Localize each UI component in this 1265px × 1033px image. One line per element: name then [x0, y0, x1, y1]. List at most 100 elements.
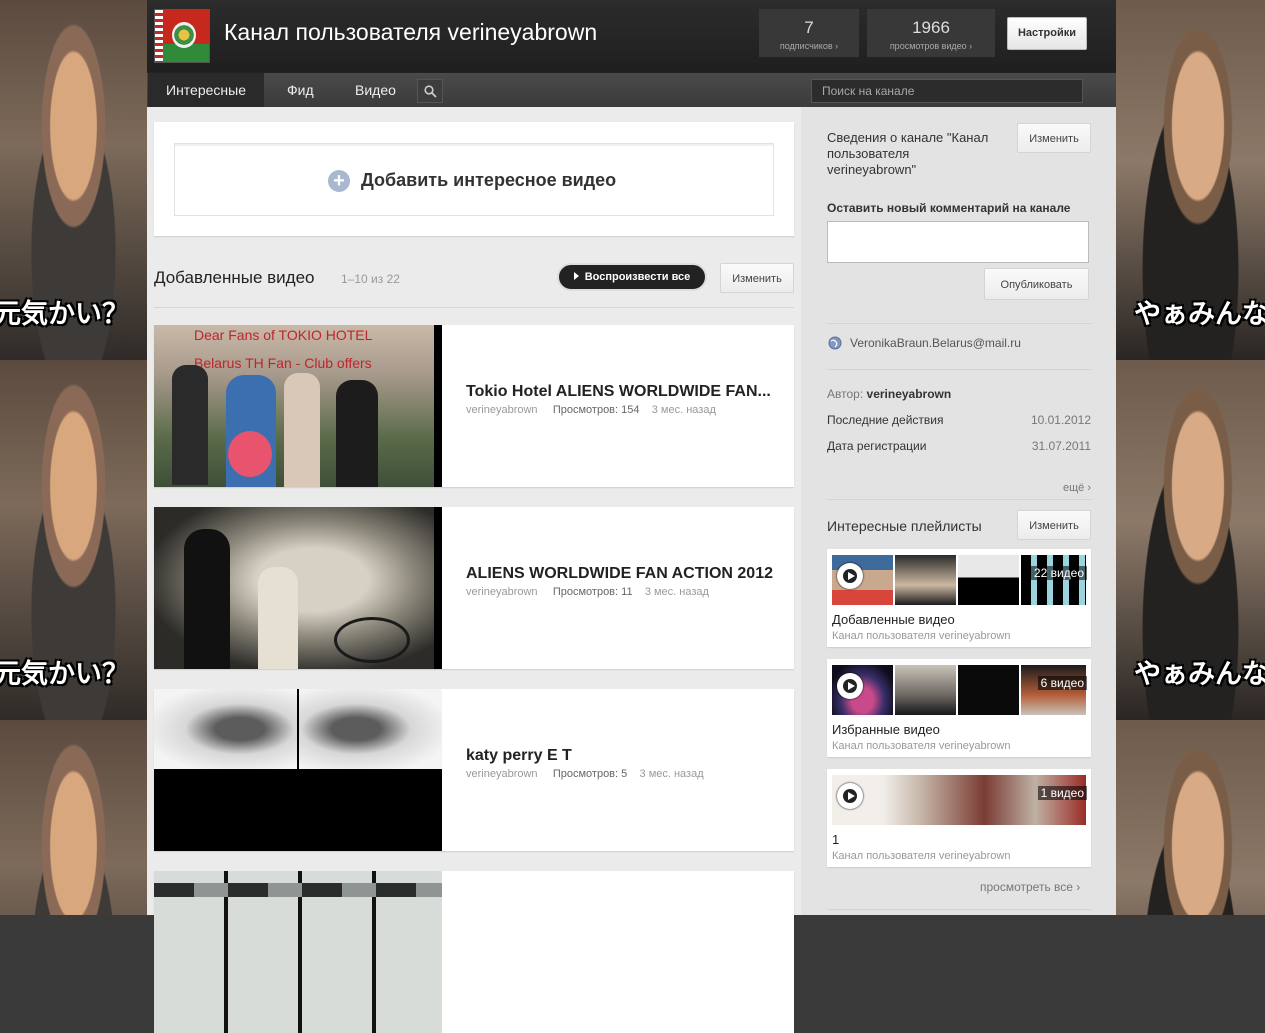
video-author[interactable]: verineyabrown	[466, 586, 538, 598]
see-all-link[interactable]: просмотреть все ›	[980, 880, 1080, 894]
video-thumbnail[interactable]: Dear Fans of TOKIO HOTEL Belarus TH Fan …	[154, 325, 442, 487]
channel-info-title-line: пользователя	[827, 146, 910, 161]
author-row: Автор: verineyabrown	[827, 387, 1091, 401]
playlist-card[interactable]: 1 видео 1 Канал пользователя verineyabro…	[827, 769, 1091, 867]
wallpaper-caption: やぁみんな	[1134, 659, 1265, 690]
playlist-count: 1 видео	[1037, 786, 1087, 800]
video-item[interactable]	[154, 871, 794, 1033]
channel-info-title-line: Сведения о канале "Канал	[827, 130, 989, 145]
author-name[interactable]: verineyabrown	[867, 387, 952, 401]
publish-button[interactable]: Опубликовать	[984, 268, 1089, 300]
video-author[interactable]: verineyabrown	[466, 404, 538, 416]
play-icon	[837, 563, 863, 589]
globe-icon	[828, 336, 842, 350]
search-button[interactable]	[417, 79, 443, 103]
divider	[827, 499, 1091, 500]
play-all-button[interactable]: Воспроизвести все	[557, 263, 707, 291]
playlist-name[interactable]: Избранные видео	[832, 722, 940, 737]
divider	[827, 323, 1091, 324]
channel-info-title: Сведения о канале "Канал пользователя ve…	[827, 130, 1017, 178]
add-video-button[interactable]: + Добавить интересное видео	[174, 143, 774, 216]
video-thumbnail[interactable]	[154, 871, 442, 1033]
video-title[interactable]: ALIENS WORLDWIDE FAN ACTION 2012	[466, 565, 773, 583]
thumb-caption: Belarus TH Fan - Club offers	[194, 355, 372, 371]
edit-button[interactable]: Изменить	[720, 263, 794, 293]
divider	[827, 369, 1091, 370]
playlist-name[interactable]: 1	[832, 832, 839, 847]
playlist-name[interactable]: Добавленные видео	[832, 612, 955, 627]
thumb-caption: Dear Fans of TOKIO HOTEL	[194, 327, 373, 343]
views-label: просмотров видео ›	[889, 41, 973, 51]
section-title: Добавленные видео	[154, 268, 315, 287]
divider	[154, 307, 794, 308]
registered-date: 31.07.2011	[1031, 439, 1091, 453]
playlist-card[interactable]: 22 видео Добавленные видео Канал пользов…	[827, 549, 1091, 647]
channel-page: Канал пользователя verineyabrown 7 подпи…	[147, 0, 1116, 1033]
settings-button[interactable]: Настройки	[1007, 17, 1087, 50]
tab-feed[interactable]: Фид	[269, 73, 332, 107]
channel-title: Канал пользователя verineyabrown	[224, 19, 598, 45]
add-video-label: Добавить интересное видео	[361, 170, 617, 190]
wallpaper-caption: 元気かい？	[0, 299, 129, 330]
playlist-card[interactable]: 6 видео Избранные видео Канал пользовате…	[827, 659, 1091, 757]
playlist-owner: Канал пользователя verineyabrown	[832, 850, 1011, 862]
wallpaper-image	[1116, 720, 1265, 915]
background-wallpaper-right: やぁみんな やぁみんな	[1116, 0, 1265, 915]
edit-info-button[interactable]: Изменить	[1017, 123, 1091, 153]
views-stat[interactable]: 1966 просмотров видео ›	[867, 9, 995, 57]
tab-videos[interactable]: Видео	[337, 73, 414, 107]
video-author[interactable]: verineyabrown	[466, 768, 538, 780]
wallpaper-image: やぁみんな	[1116, 360, 1265, 720]
video-item[interactable]: ALIENS WORLDWIDE FAN ACTION 2012 veriney…	[154, 507, 794, 669]
video-title[interactable]: Tokio Hotel ALIENS WORLDWIDE FAN...	[466, 383, 771, 401]
subscribers-count: 7	[804, 18, 814, 37]
subscribers-stat[interactable]: 7 подписчиков ›	[759, 9, 859, 57]
last-activity-row: Последние действия 10.01.2012	[827, 413, 1091, 427]
playlist-count: 22 видео	[1030, 566, 1087, 580]
channel-email[interactable]: VeronikaBraun.Belarus@mail.ru	[850, 336, 1021, 350]
registered-row: Дата регистрации 31.07.2011	[827, 439, 1091, 453]
video-views-label: Просмотров:	[552, 404, 619, 416]
last-activity-date: 10.01.2012	[1030, 413, 1091, 427]
video-thumbnail[interactable]	[154, 689, 442, 851]
video-views-label: Просмотров:	[552, 768, 619, 780]
subscribers-label: подписчиков ›	[779, 41, 839, 51]
comment-label: Оставить новый комментарий на канале	[827, 201, 1071, 215]
last-activity-label: Последние действия	[827, 413, 944, 427]
play-icon	[837, 673, 863, 699]
video-views: 154	[621, 404, 640, 416]
background-wallpaper-left: 元気かい？ 元気かい？	[0, 0, 147, 915]
play-icon	[573, 272, 579, 280]
channel-nav: Интересные Фид Видео	[147, 72, 1116, 107]
section-count: 1–10 из 22	[341, 272, 400, 286]
edit-playlists-button[interactable]: Изменить	[1017, 510, 1091, 540]
video-title[interactable]: katy perry E T	[466, 747, 572, 765]
views-count: 1966	[912, 18, 950, 37]
video-meta: verineyabrown Просмотров: 11 3 мес. наза…	[466, 586, 709, 598]
playlist-thumbnails	[832, 555, 1086, 605]
playlist-thumbnails	[832, 775, 1086, 825]
channel-search	[811, 79, 1083, 103]
video-thumbnail[interactable]	[154, 507, 442, 669]
search-icon	[424, 85, 437, 98]
comment-input[interactable]	[827, 221, 1089, 263]
video-item[interactable]: Dear Fans of TOKIO HOTEL Belarus TH Fan …	[154, 325, 794, 487]
tab-featured[interactable]: Интересные	[148, 73, 264, 107]
more-link[interactable]: ещё ›	[1063, 482, 1091, 494]
channel-header: Канал пользователя verineyabrown 7 подпи…	[147, 0, 1116, 72]
video-meta: verineyabrown Просмотров: 154 3 мес. наз…	[466, 404, 716, 416]
playlist-thumbnails	[832, 665, 1086, 715]
more-label: ещё	[1063, 482, 1085, 494]
wallpaper-image: 元気かい？	[0, 360, 147, 720]
search-input[interactable]	[812, 80, 1072, 102]
video-item[interactable]: katy perry E T verineyabrown Просмотров:…	[154, 689, 794, 851]
emblem-icon	[172, 22, 196, 48]
channel-avatar[interactable]	[154, 9, 210, 63]
author-label: Автор:	[827, 387, 864, 401]
playlist-owner: Канал пользователя verineyabrown	[832, 630, 1011, 642]
video-views-label: Просмотров:	[552, 586, 619, 598]
wallpaper-image: やぁみんな	[1116, 0, 1265, 360]
playlists-title: Интересные плейлисты	[827, 518, 982, 534]
wallpaper-image: 元気かい？	[0, 0, 147, 360]
channel-info-title-line: verineyabrown"	[827, 162, 917, 177]
